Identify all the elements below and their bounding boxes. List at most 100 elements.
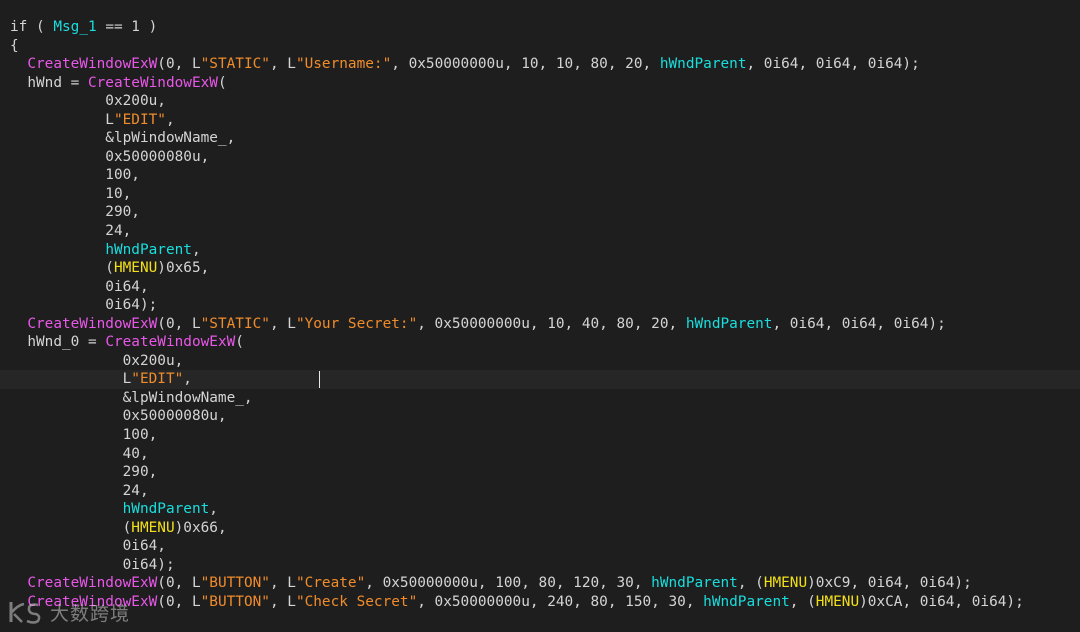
- code-line[interactable]: 0i64);: [10, 296, 1080, 315]
- code-line[interactable]: 10,: [10, 185, 1080, 204]
- code-line[interactable]: L"EDIT",: [10, 111, 1080, 130]
- code-text: , L: [269, 56, 296, 73]
- code-text: 0x50000080u,: [10, 408, 227, 425]
- code-text: (0, L: [157, 315, 201, 332]
- variable-name: hWndParent: [703, 593, 790, 610]
- code-text: )0xCA, 0i64, 0i64);: [859, 593, 1024, 610]
- code-text: )0xC9, 0i64, 0i64);: [807, 575, 972, 592]
- code-text: , 0x50000000u, 240, 80, 150, 30,: [417, 593, 704, 610]
- string-literal: "STATIC": [200, 56, 270, 73]
- code-text: ,: [209, 501, 218, 518]
- code-line[interactable]: 0i64,: [10, 537, 1080, 556]
- code-text: 100,: [10, 427, 158, 444]
- code-text: 0i64,: [10, 278, 149, 295]
- code-line[interactable]: 100,: [10, 426, 1080, 445]
- code-line[interactable]: 290,: [10, 203, 1080, 222]
- string-literal: "STATIC": [200, 315, 270, 332]
- code-text: if (: [10, 19, 54, 35]
- code-line[interactable]: &lpWindowName_,: [10, 389, 1080, 408]
- string-literal: "Your Secret:": [295, 315, 418, 332]
- code-line[interactable]: hWnd = CreateWindowExW(: [10, 74, 1080, 93]
- code-text: , L: [269, 593, 296, 610]
- code-line[interactable]: 0i64);: [10, 556, 1080, 575]
- code-text: 0i64,: [10, 538, 166, 555]
- string-literal: "EDIT": [131, 371, 184, 388]
- code-line[interactable]: 100,: [10, 166, 1080, 185]
- code-text: L: [10, 111, 114, 128]
- code-text: hWnd_0 =: [10, 334, 106, 351]
- code-line[interactable]: 0x50000080u,: [10, 148, 1080, 167]
- code-text: ,: [165, 111, 175, 128]
- variable-name: hWndParent: [105, 241, 192, 258]
- code-text: (0, L: [157, 593, 201, 610]
- code-line[interactable]: hWndParent,: [10, 241, 1080, 260]
- code-line[interactable]: hWnd_0 = CreateWindowExW(: [10, 333, 1080, 352]
- code-text: {: [10, 37, 19, 54]
- code-text: 24,: [10, 482, 149, 499]
- code-line[interactable]: 0x200u,: [10, 92, 1080, 111]
- code-text: (0, L: [157, 575, 201, 592]
- code-text: , 0i64, 0i64, 0i64);: [746, 56, 920, 73]
- code-line[interactable]: (HMENU)0x65,: [10, 259, 1080, 278]
- string-literal: "Check Secret": [295, 593, 418, 610]
- variable-name: hWndParent: [685, 315, 773, 332]
- code-line[interactable]: {: [10, 37, 1080, 56]
- code-text: 0x200u,: [10, 352, 184, 369]
- code-text: , L: [269, 575, 296, 592]
- code-text: , (: [737, 575, 764, 592]
- function-name: CreateWindowExW: [27, 593, 158, 610]
- code-text: 24,: [10, 223, 132, 240]
- code-text: 290,: [10, 204, 140, 221]
- code-line[interactable]: 24,: [10, 482, 1080, 501]
- code-line[interactable]: 24,: [10, 222, 1080, 241]
- code-text: (: [10, 519, 132, 536]
- code-text: L: [10, 371, 132, 388]
- code-text: 290,: [10, 464, 158, 481]
- code-line[interactable]: CreateWindowExW(0, L"STATIC", L"Your Sec…: [10, 315, 1080, 334]
- code-text: )0x65,: [157, 260, 210, 277]
- code-text: , 0x50000000u, 10, 10, 80, 20,: [391, 56, 660, 73]
- code-text: 0x50000080u,: [10, 148, 210, 165]
- code-text: &lpWindowName_,: [10, 389, 253, 406]
- code-line[interactable]: CreateWindowExW(0, L"BUTTON", L"Create",…: [10, 574, 1080, 593]
- string-literal: "Username:": [295, 56, 392, 73]
- code-line[interactable]: 40,: [10, 445, 1080, 464]
- code-text: hWnd =: [10, 74, 88, 91]
- code-text: 0i64);: [10, 297, 158, 314]
- code-text: 40,: [10, 445, 149, 462]
- code-line[interactable]: hWndParent,: [10, 500, 1080, 519]
- code-text: 100,: [10, 167, 140, 184]
- code-text: , (: [789, 593, 816, 610]
- text-caret: [319, 371, 320, 389]
- code-line[interactable]: &lpWindowName_,: [10, 129, 1080, 148]
- code-line[interactable]: 0i64,: [10, 278, 1080, 297]
- code-line[interactable]: 290,: [10, 463, 1080, 482]
- code-line[interactable]: 0x200u,: [10, 352, 1080, 371]
- code-line[interactable]: CreateWindowExW(0, L"STATIC", L"Username…: [10, 55, 1080, 74]
- code-text: 0x200u,: [10, 93, 166, 110]
- type-name: HMENU: [763, 575, 808, 592]
- code-line[interactable]: 0x50000080u,: [10, 407, 1080, 426]
- code-text: , L: [269, 315, 296, 332]
- code-text: , 0x50000000u, 100, 80, 120, 30,: [365, 575, 652, 592]
- code-text: )0x66,: [174, 519, 227, 536]
- code-line[interactable]: CreateWindowExW(0, L"BUTTON", L"Check Se…: [10, 593, 1080, 612]
- variable-name: Msg_1: [53, 19, 97, 35]
- code-line[interactable]: L"EDIT",: [0, 370, 1080, 389]
- code-line[interactable]: if ( Msg_1 == 1 ): [10, 18, 1080, 37]
- code-editor[interactable]: if ( Msg_1 == 1 ){ CreateWindowExW(0, L"…: [0, 0, 1080, 632]
- type-name: HMENU: [131, 519, 175, 536]
- string-literal: "BUTTON": [200, 593, 270, 610]
- code-text: 10,: [10, 185, 132, 202]
- pseudocode-view[interactable]: if ( Msg_1 == 1 ){ CreateWindowExW(0, L"…: [0, 18, 1080, 612]
- code-line[interactable]: (HMENU)0x66,: [10, 519, 1080, 538]
- variable-name: hWndParent: [651, 575, 738, 592]
- code-text: (: [217, 74, 227, 91]
- function-name: CreateWindowExW: [27, 56, 158, 73]
- function-name: CreateWindowExW: [27, 315, 158, 332]
- function-name: CreateWindowExW: [105, 334, 236, 351]
